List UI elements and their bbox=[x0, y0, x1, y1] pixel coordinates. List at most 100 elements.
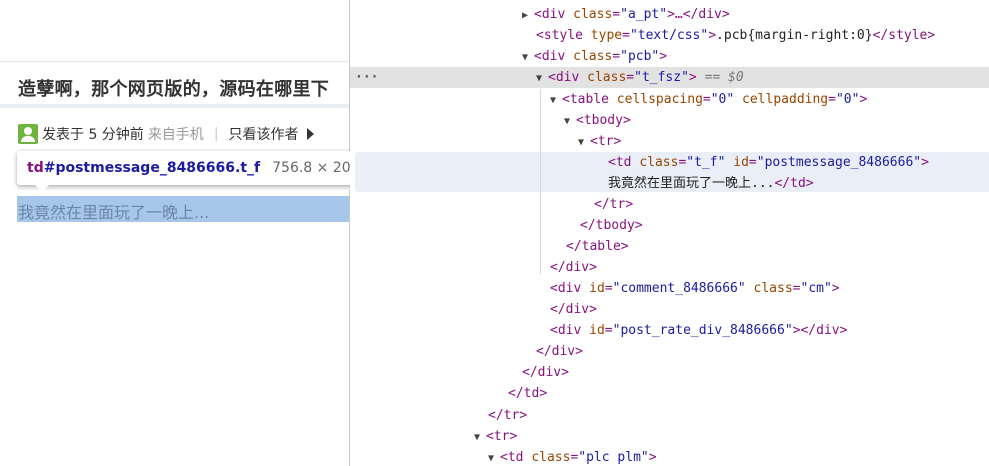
inspect-tooltip: td#postmessage_8486666.t_f 756.8 × 20.8 bbox=[17, 151, 350, 185]
collapse-triangle-icon[interactable]: ▼ bbox=[488, 448, 500, 466]
tag-end: > bbox=[509, 429, 518, 444]
collapse-triangle-icon[interactable]: ▼ bbox=[578, 132, 590, 153]
attr-name: type bbox=[590, 28, 623, 43]
collapse-triangle-icon[interactable]: ▼ bbox=[550, 90, 562, 111]
tag-close: </ bbox=[580, 218, 596, 233]
dom-node-td-close[interactable]: </td> bbox=[350, 383, 989, 404]
tag-end: > bbox=[927, 28, 936, 43]
dom-node-tr-close[interactable]: </tr> bbox=[350, 405, 989, 426]
tag-name: tr bbox=[597, 134, 614, 149]
collapse-triangle-icon[interactable]: ▼ bbox=[522, 47, 534, 68]
tag-close: </ bbox=[522, 365, 538, 380]
tag-open: < bbox=[486, 429, 494, 444]
dom-node-div-close[interactable]: </div> bbox=[350, 299, 989, 320]
dom-node-table[interactable]: ▼ <table cellspacing="0" cellpadding="0"> bbox=[350, 89, 989, 110]
tag-open: < bbox=[550, 323, 558, 338]
attr-name: cellpadding bbox=[742, 92, 829, 107]
devtools-elements-panel[interactable]: ▶ <div class="a_pt">…</div> <style type="… bbox=[349, 0, 989, 466]
dom-node-t-fsz-selected[interactable]: ··· ▼ <div class="t_fsz"> == $0 bbox=[350, 67, 989, 88]
tag-name: div bbox=[555, 70, 580, 85]
tag-close: </ bbox=[536, 344, 552, 359]
attr-value: "pcb" bbox=[620, 49, 660, 64]
tag-name: tr bbox=[493, 429, 510, 444]
dom-node-table-close[interactable]: </table> bbox=[350, 236, 989, 257]
attr-name: class bbox=[573, 7, 613, 22]
tag-name: div bbox=[541, 49, 566, 64]
attr-value: "t_f" bbox=[686, 155, 726, 170]
tag-name: style bbox=[888, 28, 928, 43]
tag-end: > bbox=[921, 155, 929, 170]
avatar-icon[interactable] bbox=[18, 124, 38, 144]
selected-marker: == $0 bbox=[704, 70, 744, 85]
tag-close: </ bbox=[550, 260, 566, 275]
tag-end: > bbox=[613, 134, 622, 149]
title-divider bbox=[0, 104, 350, 108]
tag-name: div bbox=[541, 7, 566, 22]
tag-name: div bbox=[565, 260, 590, 275]
tag-open: < bbox=[590, 134, 598, 149]
expand-triangle-icon[interactable]: ▶ bbox=[522, 5, 534, 26]
tag-open: < bbox=[576, 113, 584, 128]
attr-value: "a_pt" bbox=[620, 7, 668, 22]
highlighted-element[interactable]: 我竟然在里面玩了一晚上... bbox=[17, 196, 350, 222]
tag-end: > bbox=[659, 49, 668, 64]
tag-name: tr bbox=[503, 408, 520, 423]
dom-node-tr-close[interactable]: </tr> bbox=[350, 194, 989, 215]
tag-end: > bbox=[589, 260, 597, 275]
dom-node-td-text[interactable]: 我竟然在里面玩了一晚上...</td> bbox=[350, 173, 989, 194]
collapse-triangle-icon[interactable]: ▼ bbox=[536, 68, 548, 89]
dom-node-div-close[interactable]: </div> bbox=[350, 341, 989, 362]
dom-node-comment[interactable]: <div id="comment_8486666" class="cm"> bbox=[350, 278, 989, 299]
post-source: 来自手机 bbox=[147, 127, 204, 143]
tag-name: tbody bbox=[595, 218, 635, 233]
dom-node-tr[interactable]: ▼ <tr> bbox=[350, 426, 989, 447]
tag-name: td bbox=[615, 155, 632, 170]
dom-node-style[interactable]: <style type="text/css">.pcb{margin-right… bbox=[350, 25, 989, 46]
dom-node-div-close[interactable]: </div> bbox=[350, 362, 989, 383]
tag-end: > bbox=[648, 450, 657, 465]
post-meta: 发表于 5 分钟前 来自手机 | 只看该作者 bbox=[18, 124, 314, 144]
tag-name: tbody bbox=[583, 113, 623, 128]
attr-name: class bbox=[573, 49, 613, 64]
play-arrow-icon[interactable] bbox=[306, 128, 314, 140]
tag-name: td bbox=[523, 386, 540, 401]
tag-rest: > bbox=[708, 28, 717, 43]
dom-node-div-close[interactable]: </div> bbox=[350, 257, 989, 278]
attr-value: "post_rate_div_8486666" bbox=[612, 323, 793, 338]
tag-name: div bbox=[816, 323, 840, 338]
tag-end: > bbox=[721, 7, 730, 22]
tag-name: td bbox=[790, 176, 806, 191]
attr-value: "comment_8486666" bbox=[612, 281, 746, 296]
attr-value: "cm" bbox=[800, 281, 832, 296]
collapse-triangle-icon[interactable]: ▼ bbox=[564, 111, 576, 132]
dom-node-a-pt[interactable]: ▶ <div class="a_pt">…</div> bbox=[350, 4, 989, 25]
tooltip-size: 756.8 × 20.8 bbox=[272, 160, 350, 176]
tag-end: > bbox=[561, 365, 569, 380]
tag-end: > bbox=[839, 323, 848, 338]
attr-value: "text/css" bbox=[629, 28, 709, 43]
dom-node-tr[interactable]: ▼ <tr> bbox=[350, 131, 989, 152]
attr-name: cellspacing bbox=[616, 92, 703, 107]
attr-value: "postmessage_8486666" bbox=[756, 155, 922, 170]
tag-close: </ bbox=[550, 302, 566, 317]
tag-end: > bbox=[688, 70, 697, 85]
tag-name: div bbox=[557, 281, 582, 296]
tag-open: < bbox=[562, 92, 570, 107]
tag-name: div bbox=[551, 344, 576, 359]
dom-node-pcb[interactable]: ▼ <div class="pcb"> bbox=[350, 46, 989, 67]
dom-node-post-rate[interactable]: <div id="post_rate_div_8486666"></div> bbox=[350, 320, 989, 341]
dom-node-td-postmessage[interactable]: <td class="t_f" id="postmessage_8486666"… bbox=[350, 152, 989, 173]
dom-node-tbody[interactable]: ▼ <tbody> bbox=[350, 110, 989, 131]
tag-name: table bbox=[569, 92, 609, 107]
style-content: .pcb{margin-right:0} bbox=[716, 28, 873, 43]
tag-end: > bbox=[589, 302, 597, 317]
tooltip-selector: #postmessage_8486666.t_f bbox=[43, 160, 261, 176]
dom-node-tbody-close[interactable]: </tbody> bbox=[350, 215, 989, 236]
dom-node-td-plc[interactable]: ▼ <td class="plc plm"> bbox=[350, 447, 989, 466]
post-title: 造孽啊，那个网页版的，源码在哪里下 bbox=[18, 79, 330, 100]
tag-open: < bbox=[500, 450, 508, 465]
tag-end: > bbox=[622, 113, 631, 128]
collapse-triangle-icon[interactable]: ▼ bbox=[474, 427, 486, 448]
only-author-link[interactable]: 只看该作者 bbox=[229, 124, 299, 144]
ellipsis-menu-icon[interactable]: ··· bbox=[355, 67, 378, 88]
